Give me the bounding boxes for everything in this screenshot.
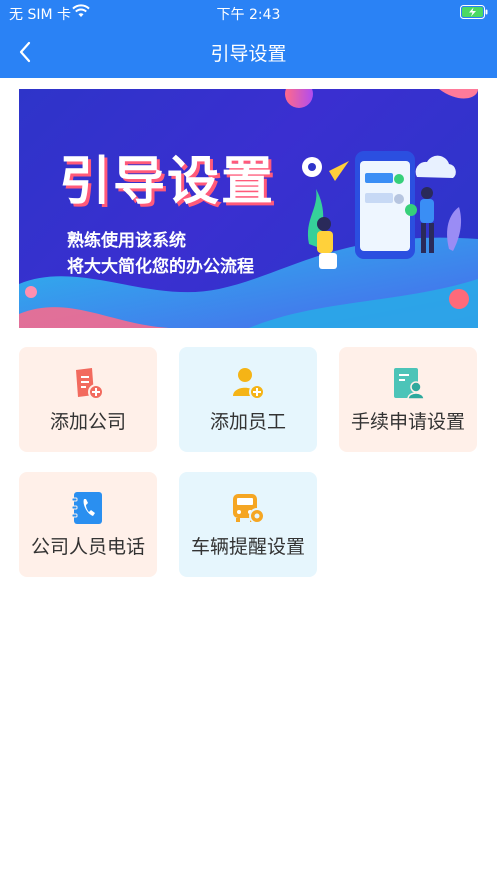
banner-line-2: 将大大简化您的办公流程 xyxy=(67,257,254,277)
nav-bar: 引导设置 xyxy=(0,26,497,78)
banner-line-1: 熟练使用该系统 xyxy=(67,231,186,251)
status-time: 下午 2:43 xyxy=(216,7,281,23)
phonebook-icon xyxy=(71,492,102,524)
tile-add-company[interactable]: 添加公司 xyxy=(19,347,157,452)
banner-heading: 引导设置 xyxy=(59,152,276,212)
tile-label: 添加员工 xyxy=(209,411,286,433)
tile-label: 手续申请设置 xyxy=(350,411,465,433)
tile-add-employee[interactable]: 添加员工 xyxy=(179,347,317,452)
tile-procedure-settings[interactable]: 手续申请设置 xyxy=(339,347,477,452)
company-add-icon xyxy=(76,368,104,400)
document-user-icon xyxy=(394,368,425,400)
tile-label: 公司人员电话 xyxy=(30,536,145,558)
vehicle-settings-icon xyxy=(233,494,265,524)
guide-banner: 引导设置 熟练使用该系统 将大大简化您的办公流程 xyxy=(19,89,478,328)
tile-company-phone[interactable]: 公司人员电话 xyxy=(19,472,157,577)
tile-label: 添加公司 xyxy=(49,411,126,433)
status-bar: 无 SIM 卡 下午 2:43 xyxy=(0,0,497,26)
employee-add-icon xyxy=(233,368,265,400)
tile-vehicle-reminder[interactable]: 车辆提醒设置 xyxy=(179,472,317,577)
tile-label: 车辆提醒设置 xyxy=(190,536,305,558)
page-title: 引导设置 xyxy=(210,43,287,65)
battery-charging-icon xyxy=(460,5,488,19)
